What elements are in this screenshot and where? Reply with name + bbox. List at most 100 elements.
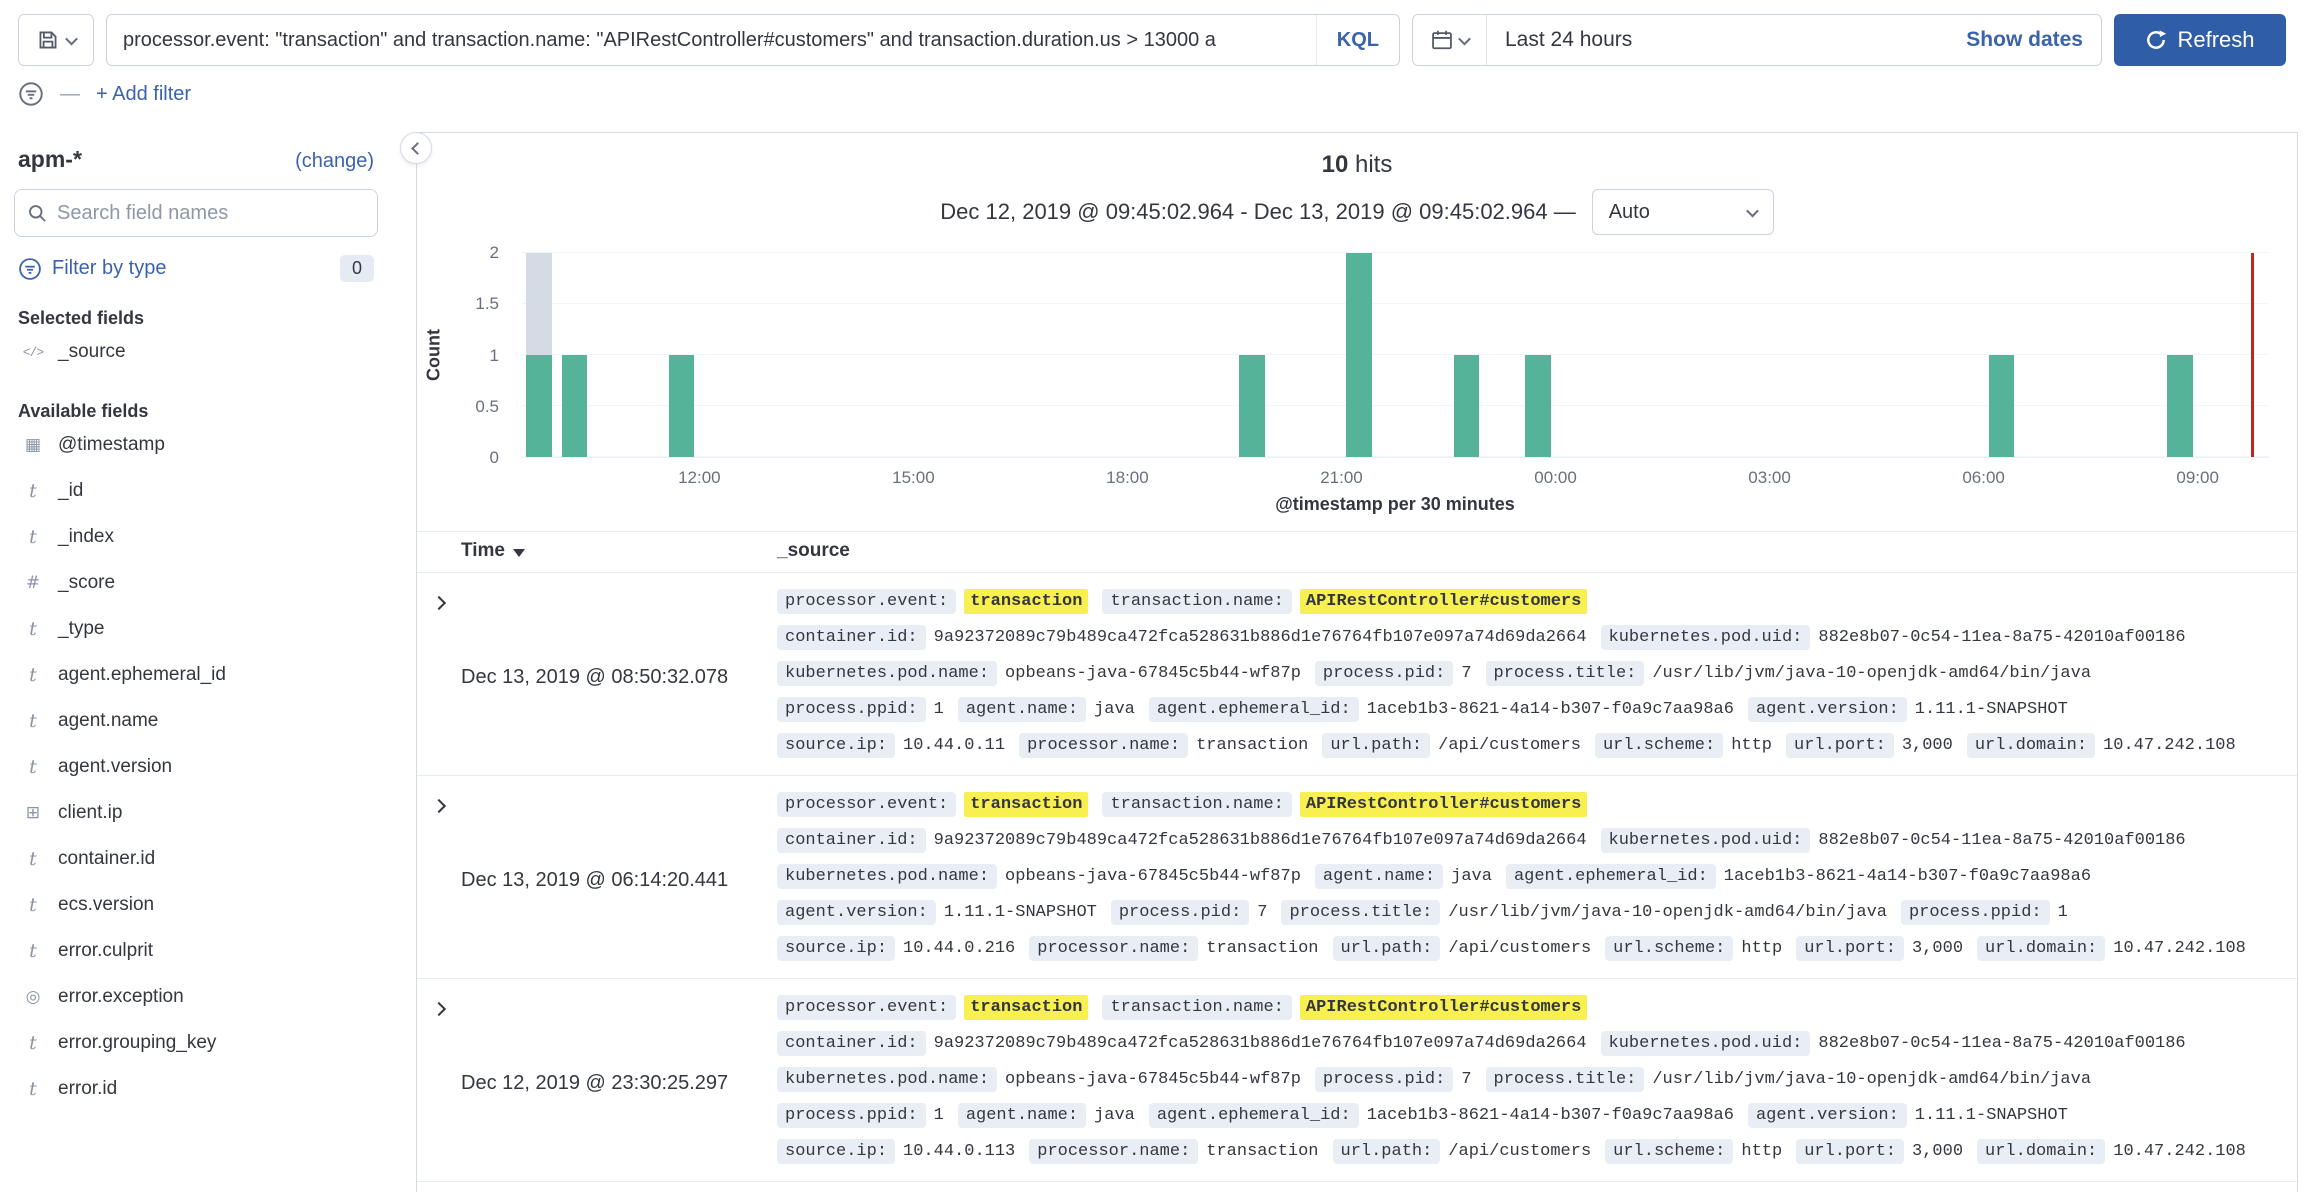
sidebar-field-agent.name[interactable]: tagent.name	[14, 698, 378, 744]
change-index-pattern-link[interactable]: (change)	[295, 150, 374, 173]
field-name-chip: agent.version:	[1748, 697, 1907, 722]
field-value-pair: processor.name:transaction	[1029, 936, 1318, 961]
expand-row-button[interactable]	[434, 795, 444, 817]
field-value-pair: container.id:9a92372089c79b489ca472fca52…	[777, 1031, 1587, 1056]
field-name-chip: kubernetes.pod.uid:	[1601, 1031, 1811, 1056]
query-input-box[interactable]: processor.event: "transaction" and trans…	[106, 14, 1400, 66]
field-name-chip: url.scheme:	[1595, 733, 1723, 758]
field-value-pair: processor.name:transaction	[1029, 1139, 1318, 1164]
save-query-button[interactable]	[18, 14, 94, 66]
field-name-chip: process.title:	[1486, 1067, 1645, 1092]
hits-count: 10	[1322, 151, 1349, 178]
field-value-pair: container.id:9a92372089c79b489ca472fca52…	[777, 828, 1587, 853]
time-range-value[interactable]: Last 24 hours	[1487, 28, 1632, 52]
field-value-pair: url.domain:10.47.242.108	[1977, 1139, 2246, 1164]
query-input[interactable]: processor.event: "transaction" and trans…	[107, 29, 1316, 52]
index-pattern-title: apm-*	[18, 146, 82, 173]
field-value-pair: url.path:/api/customers	[1333, 1139, 1592, 1164]
sidebar-field-_id[interactable]: t_id	[14, 468, 378, 514]
source-line: kubernetes.pod.name:opbeans-java-67845c5…	[777, 655, 2279, 691]
sidebar-field-client.ip[interactable]: ⊞client.ip	[14, 790, 378, 836]
field-value-pair: agent.ephemeral_id:1aceb1b3-8621-4a14-b3…	[1149, 697, 1734, 722]
sidebar-field-error.exception[interactable]: ◎error.exception	[14, 974, 378, 1020]
expand-row-button[interactable]	[434, 592, 444, 614]
field-value-pair: source.ip:10.44.0.11	[777, 733, 1005, 758]
refresh-button[interactable]: Refresh	[2114, 14, 2286, 66]
field-name: agent.version	[58, 756, 172, 778]
field-value-pair: kubernetes.pod.name:opbeans-java-67845c5…	[777, 864, 1301, 889]
field-name-chip: url.port:	[1786, 733, 1894, 758]
sidebar-field-_type[interactable]: t_type	[14, 606, 378, 652]
time-column-header[interactable]: Time	[461, 540, 777, 562]
field-value: 3,000	[1912, 1142, 1963, 1161]
field-name-chip: processor.event:	[777, 995, 956, 1020]
histogram-bar[interactable]	[1239, 355, 1265, 457]
string-type-icon: t	[18, 1032, 48, 1054]
field-value: 1	[934, 700, 944, 719]
chevron-right-icon	[432, 595, 446, 609]
doc-table-header: Time _source	[417, 531, 2297, 573]
field-name: error.id	[58, 1078, 117, 1100]
histogram-bar[interactable]	[1454, 355, 1480, 457]
sidebar-field-error.grouping_key[interactable]: terror.grouping_key	[14, 1020, 378, 1066]
sidebar-field-_source[interactable]: </>_source	[14, 329, 378, 375]
string-type-icon: t	[18, 664, 48, 686]
x-tick-label: 09:00	[2176, 468, 2219, 488]
chevron-right-icon	[432, 798, 446, 812]
field-value-pair: processor.event:transaction	[777, 589, 1088, 614]
histogram-bar[interactable]	[562, 355, 588, 457]
string-type-icon: t	[18, 848, 48, 870]
field-name: agent.ephemeral_id	[58, 664, 226, 686]
field-value-pair: process.pid:7	[1111, 900, 1268, 925]
collapse-sidebar-button[interactable]	[400, 132, 432, 164]
field-value: /api/customers	[1448, 939, 1591, 958]
histogram-bar[interactable]	[1525, 355, 1551, 457]
field-value: transaction	[1196, 736, 1308, 755]
field-name-chip: url.path:	[1333, 1139, 1441, 1164]
field-value-pair: url.path:/api/customers	[1333, 936, 1592, 961]
filter-by-type-link[interactable]: Filter by type	[52, 257, 166, 280]
field-name-chip: processor.event:	[777, 589, 956, 614]
add-filter-button[interactable]: + Add filter	[96, 83, 191, 106]
field-value: transaction	[1206, 939, 1318, 958]
query-language-button[interactable]: KQL	[1316, 15, 1399, 65]
string-type-icon: t	[18, 894, 48, 916]
field-value-pair: process.ppid:1	[777, 697, 944, 722]
sidebar-field-@timestamp[interactable]: ▦@timestamp	[14, 422, 378, 468]
quick-select-button[interactable]	[1413, 15, 1487, 65]
sidebar-field-ecs.version[interactable]: tecs.version	[14, 882, 378, 928]
date-picker: Last 24 hours Show dates	[1412, 14, 2102, 66]
field-name-chip: url.scheme:	[1605, 1139, 1733, 1164]
highlighted-value: APIRestController#customers	[1300, 792, 1587, 817]
number-type-icon: #	[18, 573, 48, 593]
histogram-bar[interactable]	[2167, 355, 2193, 457]
field-value: /usr/lib/jvm/java-10-openjdk-amd64/bin/j…	[1448, 903, 1887, 922]
filter-by-type-row: Filter by type 0	[14, 255, 378, 282]
histogram-bar[interactable]	[1346, 253, 1372, 457]
histogram-bar[interactable]	[526, 355, 552, 457]
gridline	[521, 252, 2269, 253]
field-name: _type	[58, 618, 104, 640]
interval-select[interactable]: Auto	[1592, 189, 1774, 235]
histogram-bar[interactable]	[1989, 355, 2015, 457]
sidebar-field-agent.ephemeral_id[interactable]: t agent.ephemeral_id	[14, 652, 378, 698]
sidebar-field-_index[interactable]: t_index	[14, 514, 378, 560]
source-line: agent.version:1.11.1-SNAPSHOTprocess.pid…	[777, 894, 2279, 930]
highlighted-value: transaction	[964, 792, 1088, 817]
field-value: 10.47.242.108	[2113, 1142, 2246, 1161]
field-name-chip: url.path:	[1322, 733, 1430, 758]
histogram-bar[interactable]	[669, 355, 695, 457]
sidebar-field-error.id[interactable]: terror.id	[14, 1066, 378, 1112]
sidebar-field-error.culprit[interactable]: terror.culprit	[14, 928, 378, 974]
sidebar-field-_score[interactable]: #_score	[14, 560, 378, 606]
sidebar-field-container.id[interactable]: tcontainer.id	[14, 836, 378, 882]
filter-menu-icon[interactable]	[18, 81, 44, 107]
field-value-pair: process.pid:7	[1315, 661, 1472, 686]
show-dates-button[interactable]: Show dates	[1966, 28, 2101, 52]
sidebar-field-agent.version[interactable]: tagent.version	[14, 744, 378, 790]
unknown-type-icon: ◎	[18, 987, 48, 1007]
field-value-pair: kubernetes.pod.name:opbeans-java-67845c5…	[777, 1067, 1301, 1092]
field-name-chip: url.port:	[1796, 1139, 1904, 1164]
expand-row-button[interactable]	[434, 998, 444, 1020]
field-search-input[interactable]	[57, 202, 365, 225]
